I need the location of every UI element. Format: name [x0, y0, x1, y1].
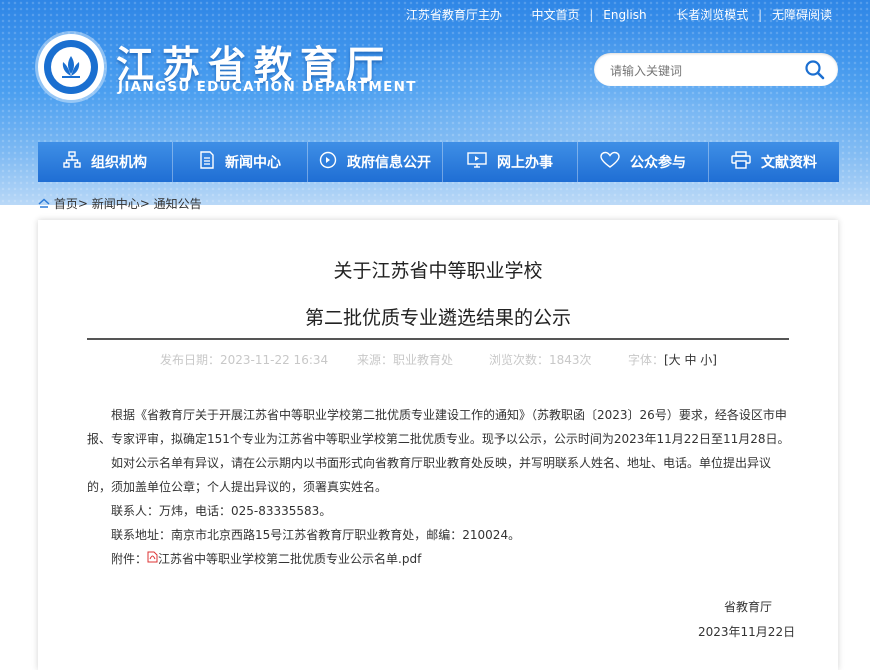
- nav-item-news[interactable]: 新闻中心: [173, 142, 307, 182]
- article-panel: 关于江苏省中等职业学校 第二批优质专业遴选结果的公示 发布日期：2023-11-…: [38, 220, 838, 670]
- nav-item-online-services[interactable]: 网上办事: [443, 142, 577, 182]
- elder-mode-link[interactable]: 长者浏览模式: [676, 6, 748, 23]
- paragraph: 联系地址：南京市北京西路15号江苏省教育厅职业教育处，邮编：210024。: [111, 528, 521, 542]
- breadcrumb-news[interactable]: 新闻中心: [92, 197, 140, 211]
- search-input[interactable]: [608, 60, 792, 81]
- site-header: 江苏省教育厅主办 中文首页 | English 长者浏览模式 | 无障碍阅读 江…: [0, 0, 870, 205]
- breadcrumb: 首页> 新闻中心> 通知公告: [38, 195, 202, 212]
- home-link[interactable]: 中文首页: [532, 6, 580, 23]
- nav-label: 新闻中心: [225, 155, 281, 171]
- nav-item-organization[interactable]: 组织机构: [38, 142, 172, 182]
- main-nav: 组织机构 新闻中心 政府信息公开 网上办事 公众参与 文献资料: [38, 142, 839, 182]
- breadcrumb-home[interactable]: 首页: [54, 197, 78, 211]
- attachment-label: 附件：: [111, 552, 148, 566]
- signature-date: 2023年11月22日: [698, 625, 796, 639]
- nav-item-gov-info[interactable]: 政府信息公开: [308, 142, 442, 182]
- home-icon: [38, 197, 50, 211]
- nav-item-public-participation[interactable]: 公众参与: [578, 142, 708, 182]
- article-title-line1: 关于江苏省中等职业学校: [333, 260, 543, 282]
- paragraph: 根据《省教育厅关于开展江苏省中等职业学校第二批优质专业建设工作的通知》（苏教职函…: [87, 408, 790, 446]
- site-subtitle: JIANGSU EDUCATION DEPARTMENT: [118, 79, 417, 95]
- nav-label: 组织机构: [91, 155, 147, 171]
- english-link[interactable]: English: [603, 8, 646, 22]
- nav-label: 网上办事: [497, 155, 553, 171]
- search-icon[interactable]: [804, 59, 826, 81]
- title-divider: [87, 338, 789, 340]
- search-box: [594, 53, 838, 86]
- font-size-options[interactable]: [大 中 小]: [664, 353, 717, 367]
- department-logo[interactable]: [38, 34, 104, 100]
- accessibility-link[interactable]: 无障碍阅读: [772, 6, 832, 23]
- top-links: 江苏省教育厅主办 中文首页 | English 长者浏览模式 | 无障碍阅读: [405, 6, 832, 23]
- article-body: 根据《省教育厅关于开展江苏省中等职业学校第二批优质专业建设工作的通知》（苏教职函…: [87, 403, 793, 571]
- document-icon: [199, 151, 225, 173]
- heart-icon: [600, 151, 630, 173]
- attachment-link[interactable]: 江苏省中等职业学校第二批优质专业公示名单.pdf: [158, 552, 421, 566]
- article-title-line2: 第二批优质专业遴选结果的公示: [304, 307, 571, 329]
- view-count: 浏览次数：1843次: [489, 353, 592, 367]
- org-chart-icon: [63, 151, 91, 173]
- nav-label: 政府信息公开: [347, 155, 431, 171]
- host-label: 江苏省教育厅主办: [405, 8, 502, 22]
- breadcrumb-separator: >: [77, 196, 88, 211]
- breadcrumb-current[interactable]: 通知公告: [154, 197, 202, 211]
- font-size-label: 字体：: [628, 353, 665, 367]
- publish-date: 发布日期：2023-11-22 16:34: [160, 353, 329, 367]
- info-circle-icon: [319, 151, 347, 173]
- nav-item-documents[interactable]: 文献资料: [709, 142, 839, 182]
- attachment-row: 附件： 江苏省中等职业学校第二批优质专业公示名单.pdf: [87, 547, 793, 571]
- printer-icon: [731, 151, 761, 173]
- monitor-icon: [467, 151, 497, 173]
- signature-org: 省教育厅: [724, 600, 773, 614]
- paragraph: 联系人：万炜，电话：025-83335583。: [111, 504, 332, 518]
- pdf-icon: [147, 551, 158, 566]
- breadcrumb-separator: >: [139, 196, 150, 211]
- nav-label: 公众参与: [630, 155, 686, 171]
- nav-label: 文献资料: [761, 155, 817, 171]
- paragraph: 如对公示名单有异议，请在公示期内以书面形式向省教育厅职业教育处反映，并写明联系人…: [87, 456, 772, 494]
- article-source: 来源：职业教育处: [357, 353, 454, 367]
- font-size-switcher[interactable]: [大 中 小]: [664, 351, 717, 368]
